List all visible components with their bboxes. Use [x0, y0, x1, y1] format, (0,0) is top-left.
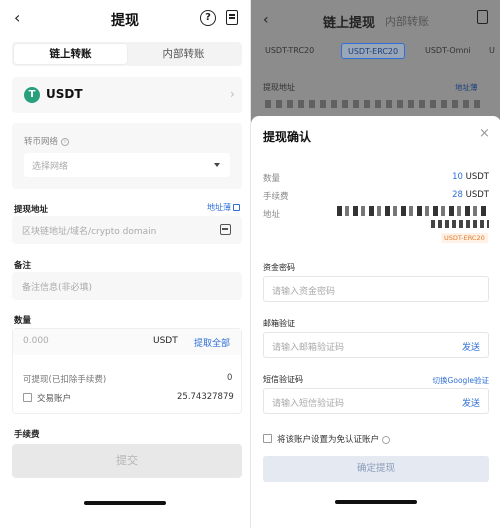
send-email-code-button[interactable]: 发送 — [462, 340, 480, 353]
masked-address — [337, 206, 489, 216]
back-icon[interactable]: ‹ — [263, 12, 269, 28]
quantity-number: 10 — [452, 172, 463, 182]
network-card: 转币网络 i 选择网络 — [12, 123, 242, 189]
info-icon[interactable]: i — [61, 137, 70, 146]
withdraw-all-button[interactable]: 提取全部 — [194, 336, 230, 349]
fund-password-input[interactable]: 请输入资金密码 — [263, 276, 489, 302]
home-indicator — [335, 500, 417, 504]
screenshot-root: ‹ 提现 ? 链上转账 内部转账 T USDT › 转币网络 i 选择网络 提现地… — [0, 0, 500, 528]
tab-internal[interactable]: 内部转账 — [385, 13, 429, 29]
email-code-placeholder: 请输入邮箱验证码 — [272, 343, 345, 353]
available-label: 可提现(已扣除手续费) — [23, 375, 107, 385]
trading-account-label: 交易账户 — [37, 394, 72, 404]
fund-password-label: 资金密码 — [263, 263, 295, 272]
confirm-sheet: 提现确认 × 数量 10 USDT 手续费 28 USDT 地址 USDT-ER… — [251, 116, 500, 528]
caret-down-icon — [214, 163, 220, 167]
sheet-title: 提现确认 — [263, 130, 312, 144]
sms-code-input[interactable]: 请输入短信验证码 发送 — [263, 388, 489, 414]
network-chip-trc20[interactable]: USDT-TRC20 — [259, 43, 320, 59]
quantity-value: 10 USDT — [452, 172, 489, 182]
help-icon[interactable]: ? — [200, 10, 216, 26]
email-code-label: 邮箱验证 — [263, 319, 295, 328]
fee-number: 28 — [452, 190, 463, 200]
quantity-unit: USDT — [465, 172, 489, 182]
fee-value: 28 USDT — [452, 190, 489, 200]
withdraw-form-screen: ‹ 提现 ? 链上转账 内部转账 T USDT › 转币网络 i 选择网络 提现地… — [0, 0, 250, 528]
masked-address-line2 — [431, 220, 489, 228]
address-label: 提现地址 — [14, 205, 49, 215]
address-book-link[interactable]: 地址薄 — [207, 202, 240, 213]
email-code-input[interactable]: 请输入邮箱验证码 发送 — [263, 332, 489, 358]
transfer-tabs: 链上转账 内部转账 — [12, 42, 242, 66]
trust-account-text: 将该账户设置为免认证账户 — [277, 435, 380, 445]
network-chips: USDT-TRC20 USDT-ERC20 USDT-Omni U — [259, 40, 500, 62]
address-placeholder: 区块链地址/域名/crypto domain — [22, 227, 157, 237]
network-select[interactable]: 选择网络 — [24, 153, 230, 177]
address-book-text: 地址薄 — [207, 203, 231, 212]
info-icon[interactable] — [382, 435, 391, 444]
amount-box: 0.000 USDT 提取全部 可提现(已扣除手续费) 0 交易账户 25.74… — [12, 328, 242, 414]
network-chip-erc20[interactable]: USDT-ERC20 — [341, 43, 406, 59]
amount-input[interactable]: 0.000 USDT 提取全部 — [13, 329, 241, 355]
memo-placeholder: 备注信息(非必填) — [22, 283, 93, 293]
memo-input[interactable]: 备注信息(非必填) — [12, 272, 242, 300]
address-label: 提现地址 — [263, 83, 295, 92]
coin-name: USDT — [46, 87, 83, 101]
home-indicator — [84, 501, 166, 505]
dimmed-header: ‹ 链上提现 内部转账 — [251, 0, 500, 38]
trust-account-checkbox[interactable] — [263, 434, 272, 443]
confirm-withdraw-button[interactable]: 确定提现 — [263, 456, 489, 482]
scan-icon[interactable] — [220, 224, 231, 235]
address-input[interactable]: 区块链地址/域名/crypto domain — [12, 216, 242, 244]
page-title: 链上提现 — [323, 16, 376, 31]
trading-account-balance: 25.74327879 — [177, 392, 234, 402]
network-placeholder: 选择网络 — [32, 162, 69, 172]
network-chip-omni[interactable]: USDT-Omni — [419, 43, 477, 59]
sms-code-placeholder: 请输入短信验证码 — [272, 399, 345, 409]
trading-account-checkbox[interactable] — [23, 393, 32, 402]
fee-unit: USDT — [465, 190, 489, 200]
tab-internal[interactable]: 内部转账 — [127, 44, 240, 64]
fee-label: 手续费 — [263, 192, 289, 202]
amount-unit: USDT — [153, 336, 178, 346]
amount-label: 数量 — [14, 316, 32, 326]
network-label: 转币网络 i — [24, 135, 70, 147]
records-icon[interactable] — [226, 10, 238, 25]
address-book-icon — [233, 204, 240, 211]
tether-icon: T — [24, 87, 40, 103]
blurred-address — [265, 100, 485, 108]
switch-google-auth-link[interactable]: 切换Google验证 — [433, 375, 489, 386]
network-chip-more[interactable]: U — [483, 43, 500, 59]
header: ‹ 提现 ? — [0, 0, 250, 38]
tab-onchain[interactable]: 链上转账 — [14, 44, 127, 64]
memo-label: 备注 — [14, 261, 32, 271]
coin-selector[interactable]: T USDT › — [12, 77, 242, 113]
available-value: 0 — [227, 373, 233, 383]
fund-password-placeholder: 请输入资金密码 — [272, 287, 336, 297]
close-icon[interactable]: × — [479, 126, 490, 141]
quantity-label: 数量 — [263, 174, 281, 184]
network-badge: USDT-ERC20 — [441, 233, 488, 243]
amount-placeholder: 0.000 — [23, 336, 49, 346]
fee-label: 手续费 — [14, 430, 40, 440]
chevron-right-icon: › — [230, 87, 235, 101]
address-book-link[interactable]: 地址薄 — [455, 82, 478, 93]
trust-account-label: 将该账户设置为免认证账户 — [277, 433, 391, 445]
sms-code-label: 短信验证码 — [263, 375, 303, 384]
address-label: 地址 — [263, 210, 281, 220]
network-label-text: 转币网络 — [24, 137, 59, 147]
send-sms-code-button[interactable]: 发送 — [462, 396, 480, 409]
withdraw-confirm-screen: ‹ 链上提现 内部转账 USDT-TRC20 USDT-ERC20 USDT-O… — [250, 0, 500, 528]
records-icon[interactable] — [477, 10, 488, 24]
submit-button[interactable]: 提交 — [12, 444, 242, 478]
